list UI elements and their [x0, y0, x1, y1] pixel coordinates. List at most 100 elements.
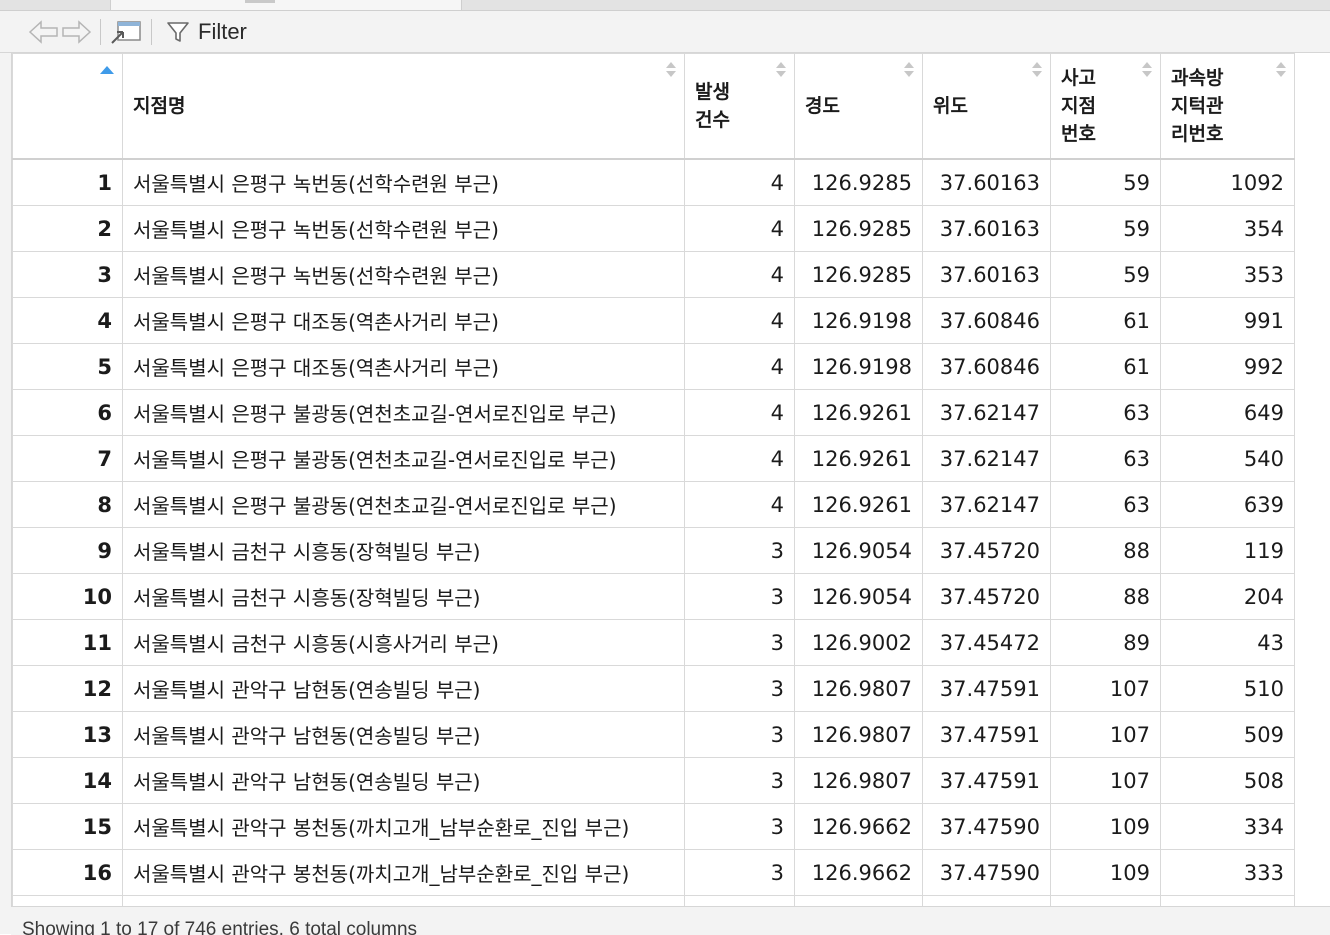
toolbar-separator [151, 18, 152, 45]
table-row[interactable]: 12 서울특별시 관악구 남현동(연송빌딩 부근) 3 126.9807 37.4759… [12, 665, 1295, 712]
sort-icon[interactable] [666, 62, 676, 78]
row-index-cell: 6 [12, 389, 123, 436]
table-cell: 88 [1050, 527, 1161, 574]
column-header-사고지점번호[interactable]: 사고지점번호 [1050, 53, 1161, 160]
table-cell: 509 [1160, 711, 1295, 758]
table-cell: 4 [684, 481, 795, 528]
table-cell: 508 [1160, 757, 1295, 804]
table-cell: 서울특별시 은평구 불광동(연천초교길-연서로진입로 부근) [122, 389, 685, 436]
table-cell: 37.60163 [922, 251, 1051, 298]
data-table: 지점명 발생건수 경도 위도 사고지점번호 과속방지턱관리번호 1 서울특별시 은… [12, 53, 1295, 906]
table-row[interactable]: 4 서울특별시 은평구 대조동(역촌사거리 부근) 4 126.9198 37.6084… [12, 297, 1295, 344]
table-cell: 126.9807 [794, 711, 923, 758]
row-index-cell: 8 [12, 481, 123, 528]
table-cell: 126.9285 [794, 251, 923, 298]
table-cell: 4 [684, 158, 795, 206]
column-header-발생건수[interactable]: 발생건수 [684, 53, 795, 160]
table-row[interactable]: 1 서울특별시 은평구 녹번동(선학수련원 부근) 4 126.9285 37.6016… [12, 158, 1295, 206]
row-index-cell: 7 [12, 435, 123, 482]
row-index-cell: 10 [12, 573, 123, 620]
table-cell: 991 [1160, 297, 1295, 344]
table-cell: 540 [1160, 435, 1295, 482]
table-cell: 37.45472 [922, 619, 1051, 666]
left-gutter [0, 53, 11, 934]
row-index-cell: 3 [12, 251, 123, 298]
sort-icon[interactable] [904, 62, 914, 78]
column-header-경도[interactable]: 경도 [794, 53, 923, 160]
filter-button[interactable]: Filter [160, 17, 253, 47]
table-cell: 서울특별시 은평구 불광동(연천초교길-연서로진입로 부근) [122, 435, 685, 482]
table-cell: 126.9261 [794, 389, 923, 436]
table-cell: 37.62147 [922, 435, 1051, 482]
column-header-위도[interactable]: 위도 [922, 53, 1051, 160]
table-cell: 서울특별시 은평구 녹번동(선학수련원 부근) [122, 205, 685, 252]
table-row[interactable]: 6 서울특별시 은평구 불광동(연천초교길-연서로진입로 부근) 4 126.9261… [12, 389, 1295, 436]
table-cell: 37.47591 [922, 757, 1051, 804]
table-row[interactable]: 15 서울특별시 관악구 봉천동(까치고개_남부순환로_진입 부근) 3 126.96… [12, 803, 1295, 850]
sort-ascending-icon[interactable] [100, 66, 114, 74]
open-in-window-icon[interactable] [109, 17, 143, 47]
sort-icon[interactable] [1142, 62, 1152, 78]
table-cell [1050, 895, 1161, 906]
row-index-cell: 12 [12, 665, 123, 712]
back-arrow-icon[interactable] [28, 17, 60, 47]
table-cell: 서울특별시 관악구 봉천동(까치고개_남부순환로_진입 부근) [122, 803, 685, 850]
table-row[interactable]: 2 서울특별시 은평구 녹번동(선학수련원 부근) 4 126.9285 37.6016… [12, 205, 1295, 252]
table-cell [1160, 895, 1295, 906]
table-cell: 37.47591 [922, 665, 1051, 712]
table-cell: 4 [684, 205, 795, 252]
column-header-지점명[interactable]: 지점명 [122, 53, 685, 160]
table-cell: 서울특별시 은평구 불광동(연천초교길-연서로진입로 부근) [122, 481, 685, 528]
column-header-과속방지턱관리번호[interactable]: 과속방지턱관리번호 [1160, 53, 1295, 160]
table-cell: 107 [1050, 757, 1161, 804]
row-index-cell: 5 [12, 343, 123, 390]
sort-icon[interactable] [1032, 62, 1042, 78]
table-cell: 354 [1160, 205, 1295, 252]
column-header-row-index[interactable] [12, 53, 123, 160]
table-cell: 126.9198 [794, 343, 923, 390]
table-row[interactable]: 10 서울특별시 금천구 시흥동(장혁빌딩 부근) 3 126.9054 37.4572… [12, 573, 1295, 620]
forward-arrow-icon[interactable] [60, 17, 92, 47]
table-cell: 89 [1050, 619, 1161, 666]
table-cell: 126.9807 [794, 665, 923, 712]
table-cell: 3 [684, 803, 795, 850]
table-cell: 107 [1050, 665, 1161, 712]
active-tab[interactable] [110, 0, 462, 10]
table-cell: 126.9662 [794, 849, 923, 896]
table-row[interactable]: 11 서울특별시 금천구 시흥동(시흥사거리 부근) 3 126.9002 37.454… [12, 619, 1295, 666]
table-row[interactable]: 13 서울특별시 관악구 남현동(연송빌딩 부근) 3 126.9807 37.4759… [12, 711, 1295, 758]
table-cell: 510 [1160, 665, 1295, 712]
sort-icon[interactable] [776, 62, 786, 78]
table-cell: 126.9054 [794, 527, 923, 574]
table-cell: 3 [684, 573, 795, 620]
table-cell: 3 [684, 757, 795, 804]
table-cell: 37.60846 [922, 343, 1051, 390]
table-cell: 59 [1050, 158, 1161, 206]
table-cell: 서울특별시 은평구 대조동(역촌사거리 부근) [122, 343, 685, 390]
table-cell: 3 [684, 665, 795, 712]
table-cell [684, 895, 795, 906]
table-cell: 서울특별시 금천구 시흥동(장혁빌딩 부근) [122, 527, 685, 574]
table-cell: 119 [1160, 527, 1295, 574]
table-row[interactable]: 14 서울특별시 관악구 남현동(연송빌딩 부근) 3 126.9807 37.4759… [12, 757, 1295, 804]
table-cell: 4 [684, 251, 795, 298]
table-row[interactable]: 3 서울특별시 은평구 녹번동(선학수련원 부근) 4 126.9285 37.6016… [12, 251, 1295, 298]
header-row: 지점명 발생건수 경도 위도 사고지점번호 과속방지턱관리번호 [12, 53, 1295, 160]
table-cell: 126.9285 [794, 205, 923, 252]
row-index-cell: 15 [12, 803, 123, 850]
table-cell [922, 895, 1051, 906]
table-cell: 37.45720 [922, 573, 1051, 620]
row-index-cell: 9 [12, 527, 123, 574]
table-cell: 37.47590 [922, 849, 1051, 896]
table-row[interactable]: 16 서울특별시 관악구 봉천동(까치고개_남부순환로_진입 부근) 3 126.96… [12, 849, 1295, 896]
table-row[interactable]: 7 서울특별시 은평구 불광동(연천초교길-연서로진입로 부근) 4 126.9261… [12, 435, 1295, 482]
table-row[interactable]: 9 서울특별시 금천구 시흥동(장혁빌딩 부근) 3 126.9054 37.45720… [12, 527, 1295, 574]
filter-label: Filter [198, 18, 247, 44]
table-row[interactable]: 5 서울특별시 은평구 대조동(역촌사거리 부근) 4 126.9198 37.6084… [12, 343, 1295, 390]
table-cell: 126.9261 [794, 481, 923, 528]
table-cell: 109 [1050, 849, 1161, 896]
table-cell: 639 [1160, 481, 1295, 528]
table-row[interactable]: 8 서울특별시 은평구 불광동(연천초교길-연서로진입로 부근) 4 126.9261… [12, 481, 1295, 528]
sort-icon[interactable] [1276, 62, 1286, 78]
table-cell [794, 895, 923, 906]
